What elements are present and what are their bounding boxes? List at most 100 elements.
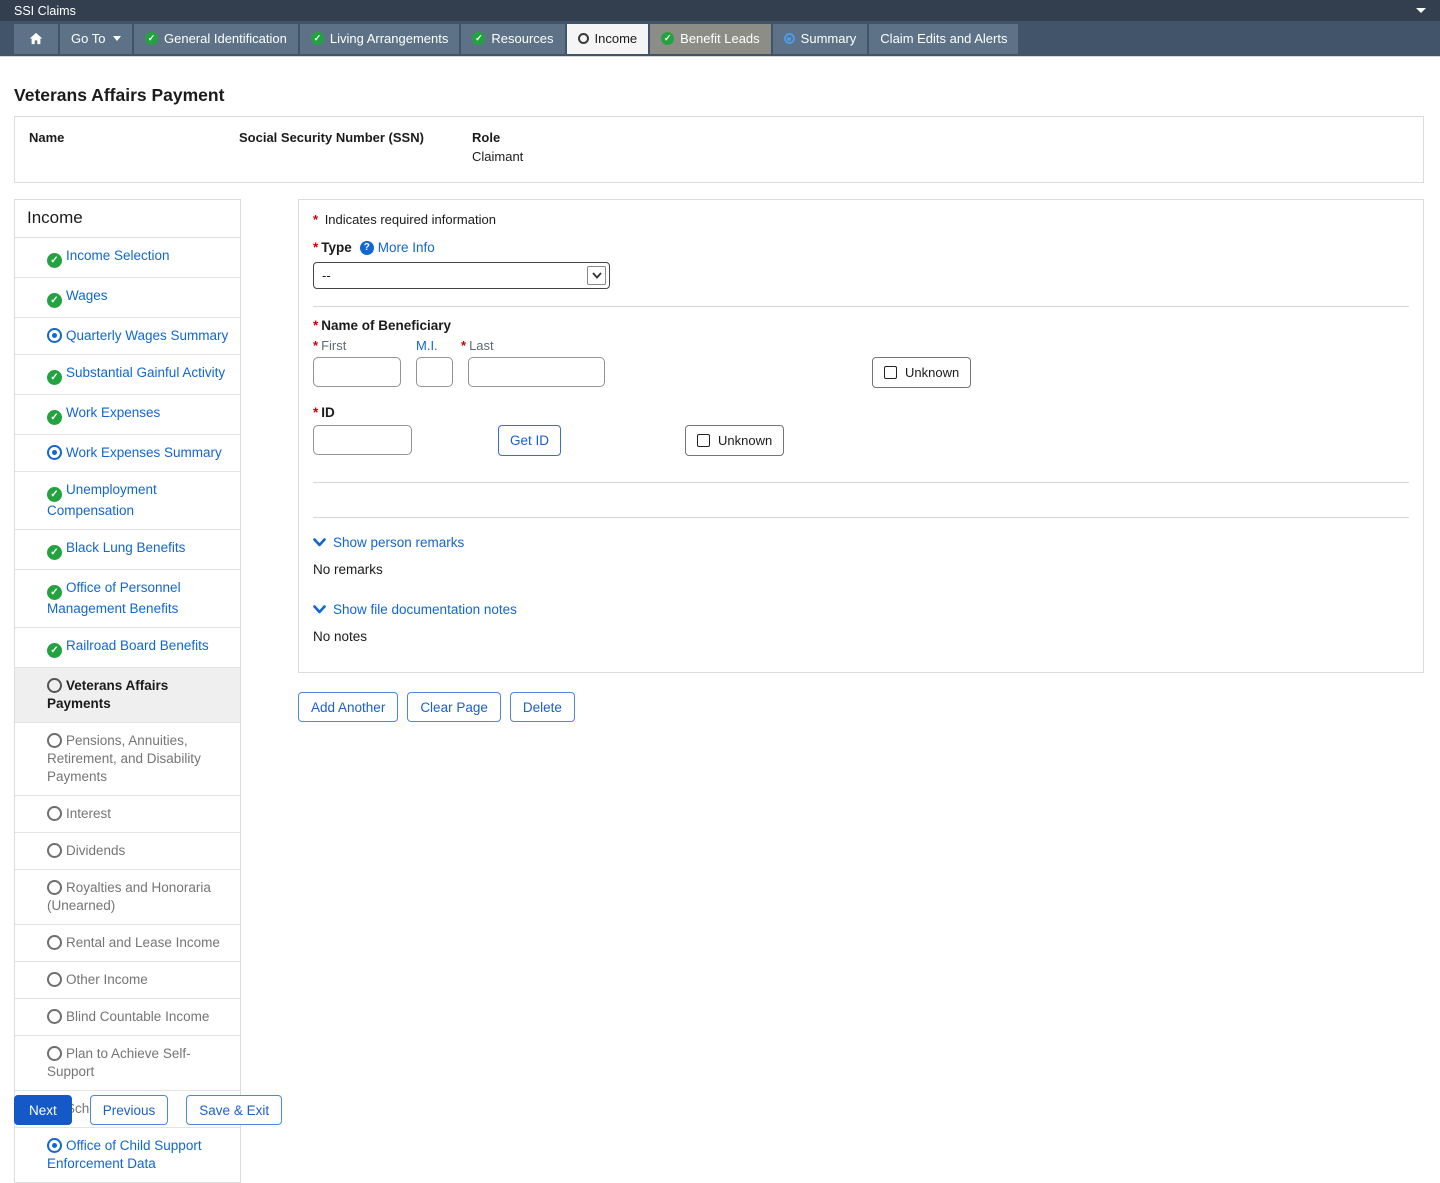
- app-titlebar: SSI Claims: [0, 0, 1440, 21]
- tab-summary[interactable]: Summary: [773, 24, 868, 54]
- sidebar-item-unemployment-compensation[interactable]: Unemployment Compensation: [15, 472, 240, 530]
- sidebar-item-work-expenses-summary[interactable]: Work Expenses Summary: [15, 435, 240, 472]
- sidebar-item-dividends[interactable]: Dividends: [15, 833, 240, 870]
- sidebar-item-label: Black Lung Benefits: [66, 540, 185, 555]
- person-value-name: [29, 149, 239, 167]
- divider: [313, 517, 1409, 518]
- id-input[interactable]: [313, 425, 412, 455]
- sidebar-item-office-of-personnel-management-benefits[interactable]: Office of Personnel Management Benefits: [15, 570, 240, 628]
- circle-open-icon: [47, 806, 62, 821]
- delete-button[interactable]: Delete: [510, 692, 575, 722]
- sidebar-item-quarterly-wages-summary[interactable]: Quarterly Wages Summary: [15, 318, 240, 355]
- checkbox-icon: [697, 434, 710, 447]
- type-label-text: Type: [321, 240, 352, 255]
- check-icon: [661, 32, 674, 45]
- tab-benefit-leads[interactable]: Benefit Leads: [650, 24, 771, 54]
- sidebar-item-black-lung-benefits[interactable]: Black Lung Benefits: [15, 530, 240, 570]
- tab-income[interactable]: Income: [567, 24, 649, 54]
- clear-page-button[interactable]: Clear Page: [407, 692, 501, 722]
- footer-actions: Next Previous Save & Exit: [14, 1095, 282, 1125]
- next-button[interactable]: Next: [14, 1095, 72, 1125]
- sidebar-item-label: Royalties and Honoraria (Unearned): [47, 880, 211, 913]
- tab-label: Resources: [491, 31, 553, 46]
- type-field-row: *Type More Info: [313, 240, 1409, 255]
- check-icon: [47, 410, 62, 425]
- more-info-link[interactable]: More Info: [360, 240, 435, 255]
- circle-open-icon: [47, 1046, 62, 1061]
- sidebar-item-blind-countable-income[interactable]: Blind Countable Income: [15, 999, 240, 1036]
- id-label-text: ID: [321, 405, 335, 420]
- type-select-value: --: [322, 268, 587, 283]
- check-icon: [311, 32, 324, 45]
- show-file-documentation-notes-toggle[interactable]: Show file documentation notes: [313, 602, 1409, 617]
- tab-label: General Identification: [164, 31, 287, 46]
- first-name-label-text: First: [321, 338, 346, 353]
- id-unknown-checkbox[interactable]: Unknown: [685, 425, 784, 456]
- sidebar-item-plan-to-achieve-self-support[interactable]: Plan to Achieve Self-Support: [15, 1036, 240, 1091]
- sidebar-item-veterans-affairs-payments[interactable]: Veterans Affairs Payments: [15, 668, 240, 723]
- remarks-empty-text: No remarks: [313, 562, 1409, 577]
- required-asterisk: *: [313, 240, 318, 255]
- last-name-input[interactable]: [468, 357, 605, 387]
- get-id-button[interactable]: Get ID: [498, 425, 561, 456]
- app-title: SSI Claims: [14, 4, 76, 18]
- content-row: Income Income Selection Wages Quarterly …: [14, 199, 1424, 1183]
- sidebar-item-substantial-gainful-activity[interactable]: Substantial Gainful Activity: [15, 355, 240, 395]
- sidebar-item-interest[interactable]: Interest: [15, 796, 240, 833]
- tab-claim-edits-and-alerts[interactable]: Claim Edits and Alerts: [869, 24, 1018, 54]
- previous-button[interactable]: Previous: [90, 1095, 169, 1125]
- chevron-down-icon: [587, 266, 606, 285]
- name-unknown-checkbox[interactable]: Unknown: [872, 357, 971, 388]
- divider: [313, 306, 1409, 307]
- mi-input[interactable]: [416, 357, 453, 387]
- sidebar-item-income-selection[interactable]: Income Selection: [15, 238, 240, 278]
- sidebar-item-label: Railroad Board Benefits: [66, 638, 209, 653]
- show-person-remarks-label: Show person remarks: [333, 535, 464, 550]
- sidebar-item-rental-and-lease-income[interactable]: Rental and Lease Income: [15, 925, 240, 962]
- sidebar-item-label: Work Expenses: [66, 405, 160, 420]
- sidebar-item-other-income[interactable]: Other Income: [15, 962, 240, 999]
- circle-open-icon: [47, 880, 62, 895]
- check-icon: [47, 253, 62, 268]
- required-asterisk: *: [313, 405, 318, 420]
- main-column: * Indicates required information *Type M…: [298, 199, 1424, 722]
- first-name-input[interactable]: [313, 357, 401, 387]
- sidebar-item-label: Unemployment Compensation: [47, 482, 157, 518]
- tab-living-arrangements[interactable]: Living Arrangements: [300, 24, 460, 54]
- goto-caret-icon: [113, 36, 121, 41]
- app-menu-caret-icon[interactable]: [1416, 8, 1426, 13]
- page-actions: Add Another Clear Page Delete: [298, 692, 1424, 722]
- beneficiary-inputs-row: Unknown: [313, 357, 1409, 388]
- chevron-down-icon: [313, 605, 326, 614]
- person-value-ssn: [239, 149, 472, 167]
- circle-open-icon: [47, 972, 62, 987]
- sidebar-item-label: Wages: [66, 288, 108, 303]
- tab-resources[interactable]: Resources: [461, 24, 564, 54]
- sidebar-item-label: Interest: [66, 806, 111, 821]
- tab-general-identification[interactable]: General Identification: [134, 24, 298, 54]
- home-button[interactable]: [14, 24, 58, 54]
- sidebar-item-pensions-annuities[interactable]: Pensions, Annuities, Retirement, and Dis…: [15, 723, 240, 796]
- check-icon: [47, 487, 62, 502]
- circle-open-icon: [47, 733, 62, 748]
- circle-open-icon: [47, 935, 62, 950]
- sidebar-item-wages[interactable]: Wages: [15, 278, 240, 318]
- mi-label[interactable]: M.I.: [416, 338, 438, 353]
- add-another-button[interactable]: Add Another: [298, 692, 398, 722]
- sidebar-item-royalties-and-honoraria[interactable]: Royalties and Honoraria (Unearned): [15, 870, 240, 925]
- goto-label: Go To: [71, 31, 105, 46]
- type-label: *Type: [313, 240, 352, 255]
- show-person-remarks-toggle[interactable]: Show person remarks: [313, 535, 1409, 550]
- sidebar-item-office-of-child-support-enforcement-data[interactable]: Office of Child Support Enforcement Data: [15, 1128, 240, 1182]
- save-and-exit-button[interactable]: Save & Exit: [186, 1095, 282, 1125]
- required-asterisk: *: [313, 212, 318, 227]
- tab-label: Living Arrangements: [330, 31, 449, 46]
- sidebar-item-work-expenses[interactable]: Work Expenses: [15, 395, 240, 435]
- sidebar-item-railroad-board-benefits[interactable]: Railroad Board Benefits: [15, 628, 240, 668]
- goto-menu-button[interactable]: Go To: [60, 24, 132, 54]
- sidebar-item-label: Rental and Lease Income: [66, 935, 220, 950]
- sidebar-item-label: Pensions, Annuities, Retirement, and Dis…: [47, 733, 201, 784]
- type-select[interactable]: --: [313, 262, 610, 289]
- person-header-role: Role: [472, 130, 1423, 148]
- notes-empty-text: No notes: [313, 629, 1409, 644]
